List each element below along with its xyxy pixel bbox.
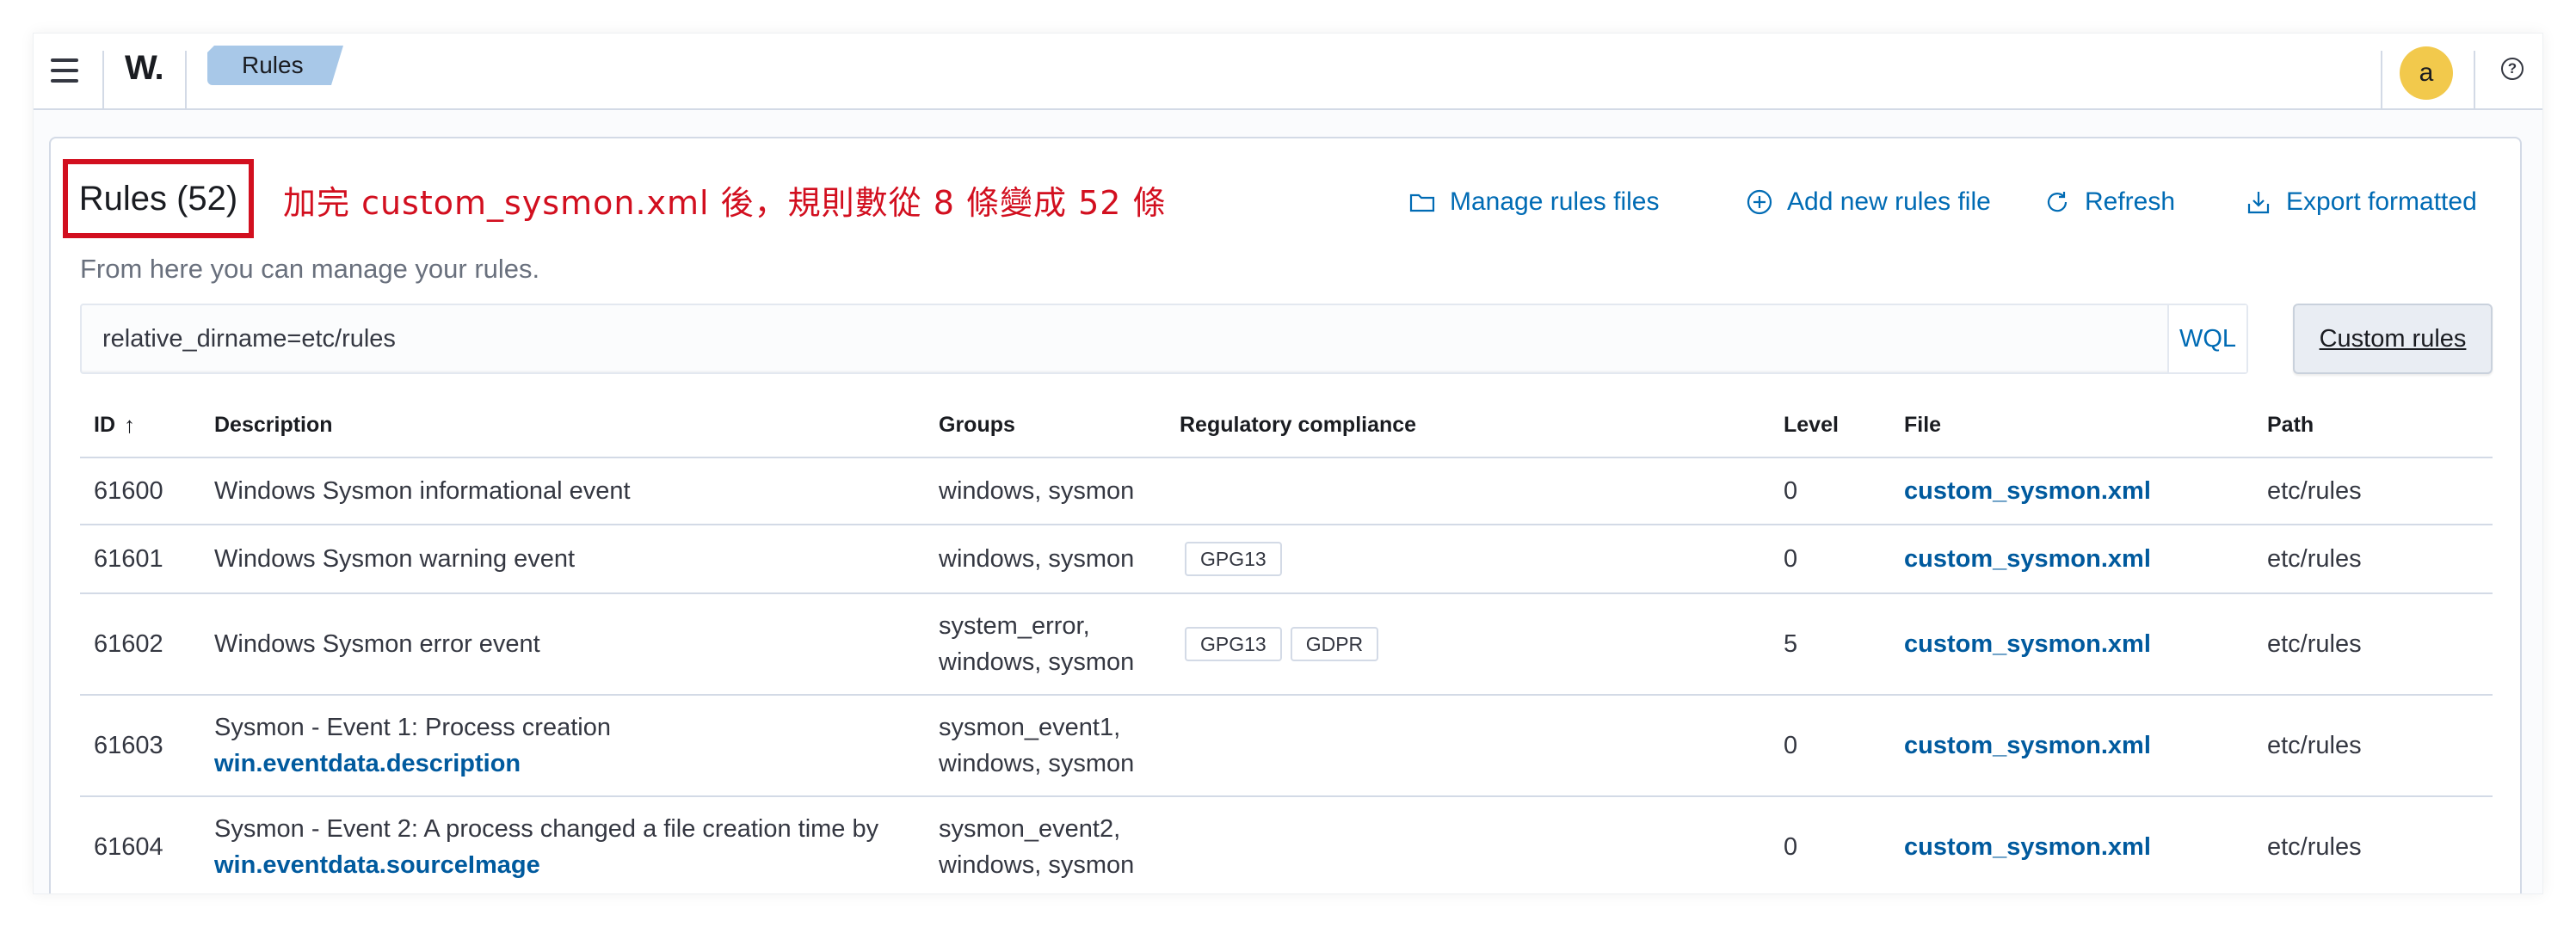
refresh-button[interactable]: Refresh <box>2043 185 2175 219</box>
custom-rules-button[interactable]: Custom rules <box>2293 304 2493 374</box>
rule-level: 0 <box>1784 545 1798 573</box>
export-icon <box>2247 192 2270 214</box>
rule-id: 61604 <box>94 833 163 861</box>
user-avatar[interactable]: a <box>2400 46 2453 100</box>
rule-groups: windows, sysmon <box>939 458 1134 524</box>
app-window: W. Rules a ? Rules (52) 加完 custom_sysmon… <box>33 33 2543 894</box>
rule-groups: windows, sysmon <box>939 525 1134 592</box>
table-row[interactable]: 61603 Sysmon - Event 1: Process creation… <box>80 696 2493 797</box>
table-header: ID ↑ Description Groups Regulatory compli… <box>80 393 2493 458</box>
header-actions: Manage rules files Add new rules file Re… <box>51 185 2520 219</box>
rules-table: ID ↑ Description Groups Regulatory compli… <box>80 393 2493 893</box>
search-input[interactable] <box>82 305 2171 372</box>
column-header-file[interactable]: File <box>1904 393 1941 457</box>
table-row[interactable]: 61604 Sysmon - Event 2: A process change… <box>80 797 2493 893</box>
compliance-badge[interactable]: GDPR <box>1290 627 1379 661</box>
rule-path: etc/rules <box>2267 630 2362 658</box>
header-divider <box>185 51 187 110</box>
header-divider <box>2381 51 2382 110</box>
rule-groups-line: system_error, <box>939 612 1090 640</box>
rule-file-link[interactable]: custom_sysmon.xml <box>1904 696 2151 795</box>
refresh-label: Refresh <box>2085 187 2176 216</box>
rule-description-text: Windows Sysmon error event <box>214 630 540 658</box>
rule-description-field-link[interactable]: win.eventdata.description <box>214 746 611 782</box>
header-divider <box>102 51 104 110</box>
refresh-icon <box>2047 192 2068 212</box>
rule-description: Windows Sysmon informational event <box>214 458 631 524</box>
rule-description: Sysmon - Event 2: A process changed a fi… <box>214 797 879 893</box>
rule-groups: system_error, windows, sysmon <box>939 594 1134 694</box>
menu-icon[interactable] <box>49 55 80 86</box>
export-formatted-label: Export formatted <box>2286 187 2477 216</box>
table-row[interactable]: 61600 Windows Sysmon informational event… <box>80 458 2493 525</box>
rule-file-link[interactable]: custom_sysmon.xml <box>1904 594 2151 694</box>
rule-level: 0 <box>1784 732 1798 759</box>
rule-groups: sysmon_event2, windows, sysmon <box>939 797 1135 893</box>
rule-groups-line: windows, sysmon <box>939 477 1135 505</box>
rule-description-field-link[interactable]: win.eventdata.sourceImage <box>214 847 878 883</box>
rule-id: 61601 <box>94 545 163 573</box>
column-header-id[interactable]: ID ↑ <box>94 393 135 457</box>
rule-id: 61600 <box>94 477 163 505</box>
manage-rules-files-button[interactable]: Manage rules files <box>1408 185 1659 219</box>
rule-compliance: GPG13 <box>1180 525 1291 592</box>
export-formatted-button[interactable]: Export formatted <box>2245 185 2477 219</box>
rule-file-link[interactable]: custom_sysmon.xml <box>1904 525 2151 592</box>
column-header-description[interactable]: Description <box>214 393 333 457</box>
help-icon[interactable]: ? <box>2501 58 2524 80</box>
rule-groups-line: windows, sysmon <box>939 648 1135 676</box>
rule-groups-line: sysmon_event1, <box>939 714 1121 741</box>
wql-language-button[interactable]: WQL <box>2167 305 2246 372</box>
rule-compliance: GPG13 GDPR <box>1180 594 1387 694</box>
rule-file-link[interactable]: custom_sysmon.xml <box>1904 797 2151 893</box>
rule-id: 61603 <box>94 732 163 759</box>
breadcrumb-rules[interactable]: Rules <box>207 46 343 85</box>
rule-groups-line: sysmon_event2, <box>939 815 1121 843</box>
rule-groups: sysmon_event1, windows, sysmon <box>939 696 1134 795</box>
plus-circle-icon <box>1747 189 1772 215</box>
rule-description: Windows Sysmon warning event <box>214 525 575 592</box>
rule-description-text: Sysmon - Event 2: A process changed a fi… <box>214 815 879 843</box>
rule-groups-line: windows, sysmon <box>939 750 1135 777</box>
rule-description-text: Sysmon - Event 1: Process creation <box>214 714 611 741</box>
add-new-rules-file-label: Add new rules file <box>1787 187 1991 216</box>
rule-path: etc/rules <box>2267 833 2362 861</box>
rule-description: Windows Sysmon error event <box>214 594 540 694</box>
rule-level: 0 <box>1784 833 1798 861</box>
column-header-id-label: ID <box>94 412 115 437</box>
table-row[interactable]: 61601 Windows Sysmon warning event windo… <box>80 525 2493 594</box>
header-divider <box>2474 51 2475 110</box>
sort-ascending-icon: ↑ <box>124 411 135 438</box>
compliance-badge[interactable]: GPG13 <box>1185 542 1282 576</box>
rule-description-text: Windows Sysmon informational event <box>214 477 631 505</box>
rule-path: etc/rules <box>2267 732 2362 759</box>
top-header: W. Rules a ? <box>34 34 2542 110</box>
rule-groups-line: windows, sysmon <box>939 545 1135 573</box>
rule-id: 61602 <box>94 630 163 658</box>
rule-description: Sysmon - Event 1: Process creation win.e… <box>214 696 611 795</box>
rules-panel: Rules (52) 加完 custom_sysmon.xml 後，規則數從 8… <box>49 137 2522 893</box>
rule-level: 0 <box>1784 477 1798 505</box>
folder-icon <box>1409 193 1435 212</box>
add-new-rules-file-button[interactable]: Add new rules file <box>1746 185 1991 219</box>
column-header-compliance[interactable]: Regulatory compliance <box>1180 393 1416 457</box>
column-header-level[interactable]: Level <box>1784 393 1839 457</box>
rule-groups-line: windows, sysmon <box>939 851 1135 879</box>
rule-path: etc/rules <box>2267 477 2362 505</box>
rule-file-link[interactable]: custom_sysmon.xml <box>1904 458 2151 524</box>
compliance-badge[interactable]: GPG13 <box>1185 627 1282 661</box>
table-row[interactable]: 61602 Windows Sysmon error event system_… <box>80 594 2493 696</box>
app-logo[interactable]: W. <box>125 49 164 88</box>
rule-path: etc/rules <box>2267 545 2362 573</box>
column-header-path[interactable]: Path <box>2267 393 2314 457</box>
column-header-groups[interactable]: Groups <box>939 393 1015 457</box>
manage-rules-files-label: Manage rules files <box>1450 187 1660 216</box>
search-bar: WQL <box>80 304 2248 374</box>
rule-level: 5 <box>1784 630 1798 658</box>
page-subtitle: From here you can manage your rules. <box>80 254 540 284</box>
rule-description-text: Windows Sysmon warning event <box>214 545 576 573</box>
